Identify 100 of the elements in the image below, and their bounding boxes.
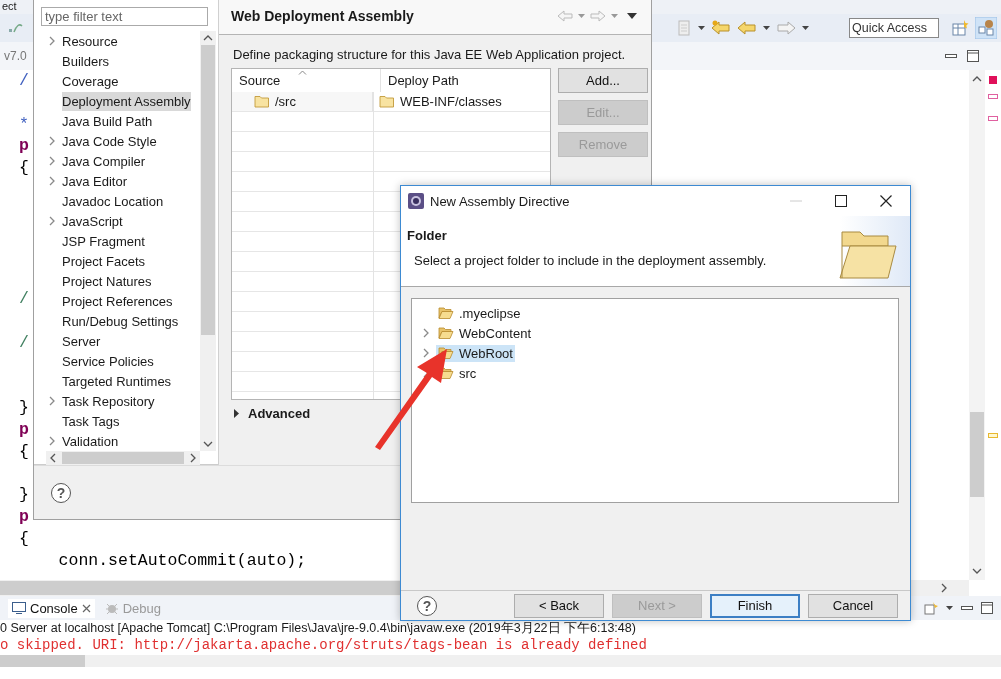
column-header[interactable]: Deploy Path [381, 69, 550, 92]
wizard-button[interactable]: Finish [710, 593, 800, 618]
perspective-icon[interactable] [975, 17, 997, 39]
code-text: { [19, 158, 29, 178]
filter-field[interactable]: type filter text [41, 7, 208, 26]
code-text: * [19, 114, 29, 134]
code-text: / [19, 288, 29, 308]
scrollbar[interactable] [200, 31, 216, 451]
tree-item[interactable]: .myeclipse [436, 304, 523, 322]
maximize-icon[interactable] [835, 195, 847, 207]
code-text: / [19, 71, 29, 90]
dropdown-caret-icon[interactable] [946, 606, 953, 610]
scrollbar[interactable] [0, 655, 1001, 667]
console-tab[interactable]: Console [8, 598, 95, 618]
code-text: { [19, 441, 29, 461]
tree-item[interactable]: Javadoc Location [46, 191, 200, 211]
menu-item[interactable]: ect [2, 0, 17, 12]
dropdown-caret-icon[interactable] [802, 26, 809, 30]
scrollbar[interactable] [46, 451, 200, 465]
expand-chevron-icon[interactable] [422, 328, 430, 338]
expand-chevron-icon[interactable] [48, 36, 56, 46]
scroll-thumb[interactable] [970, 412, 984, 497]
scroll-thumb[interactable] [0, 655, 85, 667]
expand-chevron-icon[interactable] [422, 348, 430, 358]
console-output: o skipped. URI: http://jakarta.apache.org/struts/tags-bean is already defined [0, 637, 648, 653]
scroll-left-icon[interactable] [50, 453, 56, 463]
folder-icon [254, 95, 270, 108]
tree-item[interactable]: Server [46, 331, 200, 351]
sort-ascending-icon [298, 70, 307, 75]
folder-icon [438, 326, 454, 340]
tree-item[interactable]: JavaScript [46, 211, 200, 231]
close-icon[interactable] [880, 195, 892, 207]
section-toggle[interactable]: Advanced [248, 406, 311, 421]
wizard-button[interactable]: Cancel [808, 593, 898, 618]
monitor-icon [12, 602, 26, 614]
back-arrow-icon[interactable] [711, 20, 731, 36]
dropdown-caret-icon[interactable] [698, 26, 705, 30]
warning-marker-icon [988, 116, 998, 121]
tree-item[interactable]: JSP Fragment [46, 231, 200, 251]
tree-item[interactable]: Project References [46, 291, 200, 311]
tree-item[interactable]: Project Facets [46, 251, 200, 271]
console-header: 0 Server at localhost [Apache Tomcat] C:\Program Files\Java\jre-9.0.4\bin\javaw.exe (2019年3月22日 下午6:13:48) [0, 620, 637, 637]
tree-item[interactable]: Project Natures [46, 271, 200, 291]
wizard-button[interactable]: < Back [514, 593, 604, 618]
menu-caret-icon[interactable] [627, 13, 637, 19]
tree-item[interactable]: WebContent [436, 324, 534, 342]
page-description: Define packaging structure for this Java EE Web Application project. [232, 46, 627, 64]
maximize-icon[interactable] [981, 602, 993, 614]
tree-item[interactable]: Coverage [46, 71, 200, 91]
folder-icon [379, 95, 395, 108]
back-arrow-icon[interactable] [737, 20, 757, 36]
bug-icon [104, 601, 119, 615]
scroll-down-icon[interactable] [203, 441, 213, 447]
pin-icon[interactable] [924, 601, 938, 615]
expand-chevron-icon[interactable] [48, 216, 56, 226]
app-icon [408, 193, 424, 209]
maximize-icon[interactable] [967, 50, 979, 62]
code-text: } [19, 485, 29, 505]
tree-item[interactable]: Targeted Runtimes [46, 371, 200, 391]
tree-item[interactable]: Java Compiler [46, 151, 200, 171]
scroll-right-icon[interactable] [190, 453, 196, 463]
action-button[interactable]: Add... [558, 68, 648, 93]
help-button[interactable]: ? [51, 482, 71, 503]
expand-triangle-icon[interactable] [233, 409, 240, 418]
tree-item[interactable]: Validation [46, 431, 200, 451]
code-text: } [19, 397, 29, 417]
expand-chevron-icon[interactable] [48, 396, 56, 406]
minimize-icon[interactable] [961, 604, 973, 612]
dropdown-caret-icon[interactable] [763, 26, 770, 30]
code-text: p [19, 136, 29, 156]
quick-access-field[interactable]: Quick Access [849, 18, 939, 38]
tree-item[interactable]: Java Build Path [46, 111, 200, 131]
table-cell: WEB-INF/classes [373, 92, 550, 111]
scroll-thumb[interactable] [201, 45, 215, 335]
editor-tab[interactable]: v7.0 [4, 49, 27, 63]
scroll-down-icon[interactable] [972, 568, 982, 574]
minimize-icon[interactable] [945, 52, 957, 60]
tree-item[interactable]: Builders [46, 51, 200, 71]
task-marker-icon [988, 433, 998, 438]
help-button[interactable]: ? [417, 595, 437, 616]
tree-item[interactable]: Resource [46, 31, 200, 51]
perspective-icon[interactable] [951, 19, 969, 37]
tree-item[interactable]: Java Editor [46, 171, 200, 191]
forward-arrow-icon[interactable] [776, 20, 796, 36]
scroll-up-icon[interactable] [972, 76, 982, 82]
scroll-thumb[interactable] [0, 581, 400, 595]
tree-item[interactable]: Service Policies [46, 351, 200, 371]
tree-item[interactable]: WebRoot [436, 344, 515, 362]
window-title: New Assembly Directive [430, 193, 570, 209]
tree-item[interactable]: Task Repository [46, 391, 200, 411]
tree-item[interactable]: Run/Debug Settings [46, 311, 200, 331]
scroll-up-icon[interactable] [203, 35, 213, 41]
scrollbar[interactable] [969, 70, 985, 580]
tree-item[interactable]: Task Tags [46, 411, 200, 431]
code-text: p [19, 419, 29, 439]
tree-item[interactable]: Java Code Style [46, 131, 200, 151]
expand-chevron-icon[interactable] [48, 436, 56, 446]
scroll-thumb[interactable] [62, 452, 184, 464]
page-title: Web Deployment Assembly [231, 8, 414, 24]
scroll-right-icon[interactable] [941, 583, 947, 593]
